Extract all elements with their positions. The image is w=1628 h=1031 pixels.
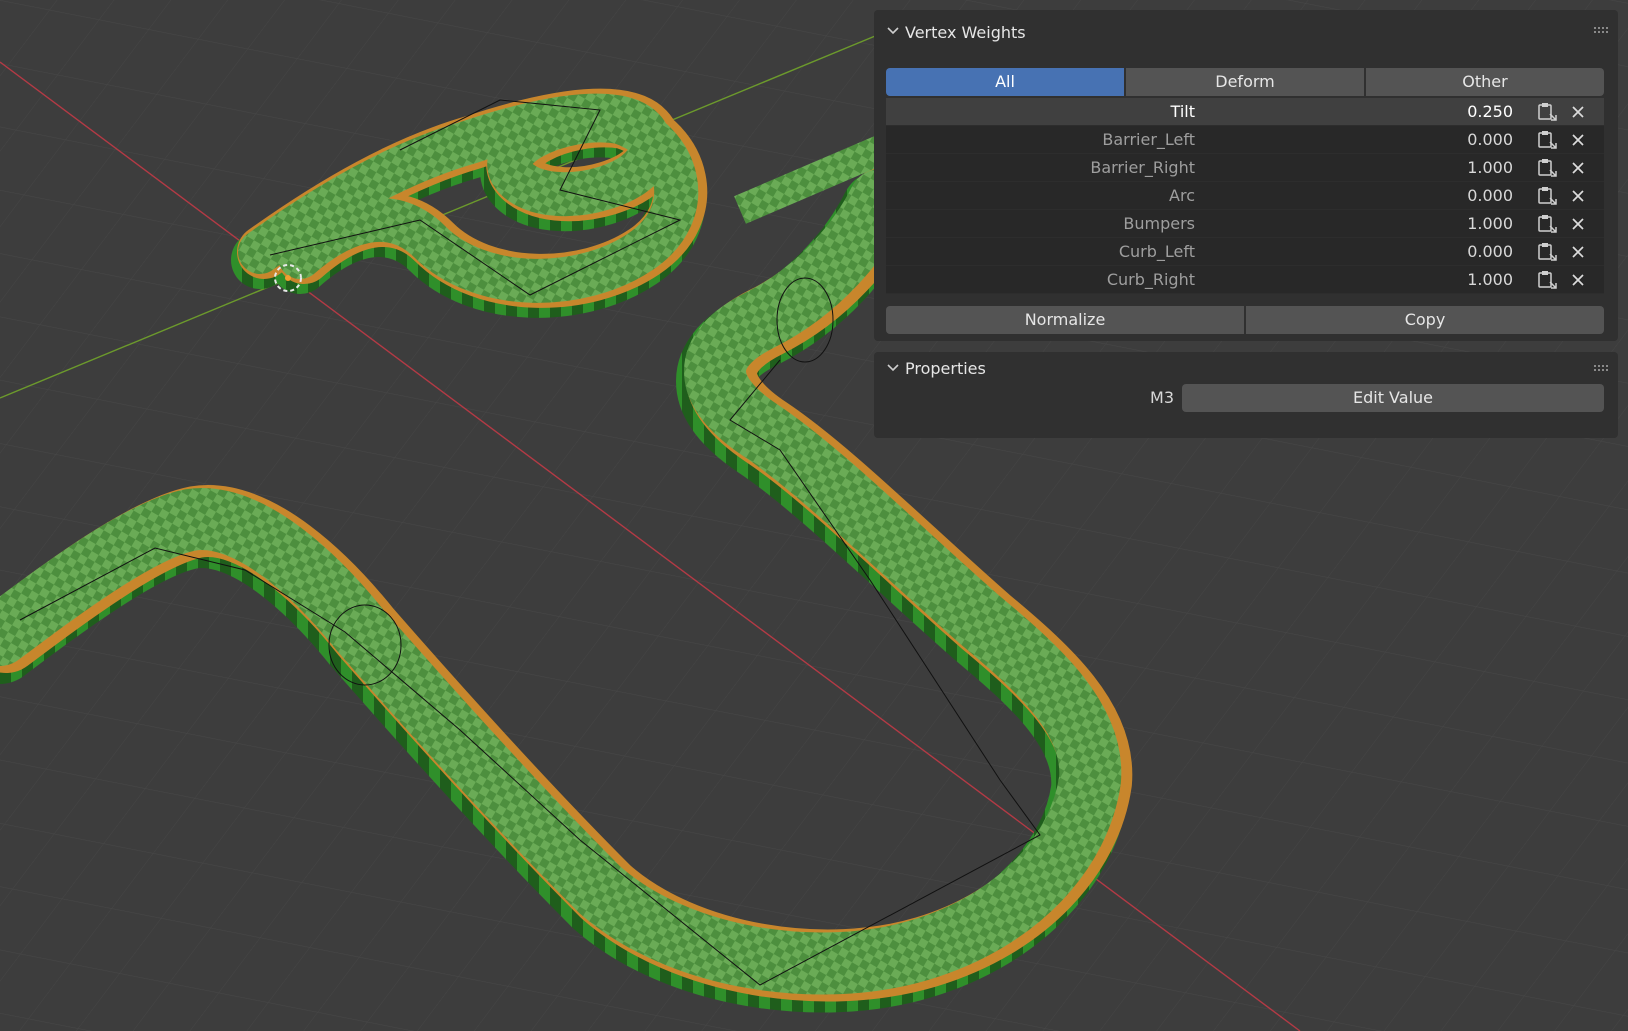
weight-row-arc[interactable]: Arc 0.000: [886, 182, 1604, 210]
weight-row-tilt[interactable]: Tilt 0.250: [886, 98, 1604, 126]
weight-row-name[interactable]: Barrier_Right: [886, 154, 1207, 182]
tab-other[interactable]: Other: [1366, 68, 1604, 96]
weight-row-name[interactable]: Tilt: [886, 98, 1207, 126]
vertex-group-filter-tabs: All Deform Other: [886, 68, 1604, 96]
weight-row-curb-left[interactable]: Curb_Left 0.000: [886, 238, 1604, 266]
weight-row-name[interactable]: Arc: [886, 182, 1207, 210]
weight-row-name[interactable]: Curb_Right: [886, 266, 1207, 294]
close-icon[interactable]: [1570, 160, 1586, 176]
weight-value-field[interactable]: 1.000: [1209, 266, 1529, 294]
vertex-weights-title: Vertex Weights: [905, 22, 1026, 42]
weight-value-field[interactable]: 1.000: [1209, 210, 1529, 238]
weight-value-field[interactable]: 0.250: [1209, 98, 1529, 126]
close-icon[interactable]: [1570, 104, 1586, 120]
paste-icon[interactable]: [1536, 242, 1560, 262]
drag-grip-icon[interactable]: [1594, 26, 1608, 34]
weight-row-name[interactable]: Curb_Left: [886, 238, 1207, 266]
weight-value-field[interactable]: 1.000: [1209, 154, 1529, 182]
weight-row-barrier-left[interactable]: Barrier_Left 0.000: [886, 126, 1604, 154]
chevron-down-icon[interactable]: [886, 363, 900, 373]
edit-value-button[interactable]: Edit Value: [1182, 384, 1604, 412]
tab-all[interactable]: All: [886, 68, 1124, 96]
vertex-weights-header[interactable]: Vertex Weights: [874, 10, 1618, 54]
weight-actions: Normalize Copy: [886, 306, 1604, 334]
paste-icon[interactable]: [1536, 270, 1560, 290]
chevron-down-icon[interactable]: [886, 26, 900, 36]
close-icon[interactable]: [1570, 188, 1586, 204]
normalize-button[interactable]: Normalize: [886, 306, 1244, 334]
weight-row-curb-right[interactable]: Curb_Right 1.000: [886, 266, 1604, 294]
vertex-weights-panel: Vertex Weights All Deform Other Tilt 0.2…: [874, 10, 1618, 341]
paste-icon[interactable]: [1536, 214, 1560, 234]
drag-grip-icon[interactable]: [1594, 364, 1608, 372]
weight-row-name[interactable]: Barrier_Left: [886, 126, 1207, 154]
paste-icon[interactable]: [1536, 158, 1560, 178]
paste-icon[interactable]: [1536, 102, 1560, 122]
property-label-m3: M3: [1150, 388, 1174, 407]
tab-deform[interactable]: Deform: [1126, 68, 1364, 96]
close-icon[interactable]: [1570, 244, 1586, 260]
properties-panel: Properties M3 Edit Value: [874, 352, 1618, 438]
paste-icon[interactable]: [1536, 186, 1560, 206]
weight-value-field[interactable]: 0.000: [1209, 182, 1529, 210]
weight-value-field[interactable]: 0.000: [1209, 238, 1529, 266]
weight-value-field[interactable]: 0.000: [1209, 126, 1529, 154]
weight-row-bumpers[interactable]: Bumpers 1.000: [886, 210, 1604, 238]
vertex-weight-list: Tilt 0.250 Barrier_Left 0.000 Barrier_Ri…: [886, 98, 1604, 294]
properties-header[interactable]: Properties: [874, 352, 1618, 384]
copy-button[interactable]: Copy: [1246, 306, 1604, 334]
close-icon[interactable]: [1570, 216, 1586, 232]
weight-row-name[interactable]: Bumpers: [886, 210, 1207, 238]
close-icon[interactable]: [1570, 132, 1586, 148]
paste-icon[interactable]: [1536, 130, 1560, 150]
properties-title: Properties: [905, 358, 986, 378]
close-icon[interactable]: [1570, 272, 1586, 288]
weight-row-barrier-right[interactable]: Barrier_Right 1.000: [886, 154, 1604, 182]
